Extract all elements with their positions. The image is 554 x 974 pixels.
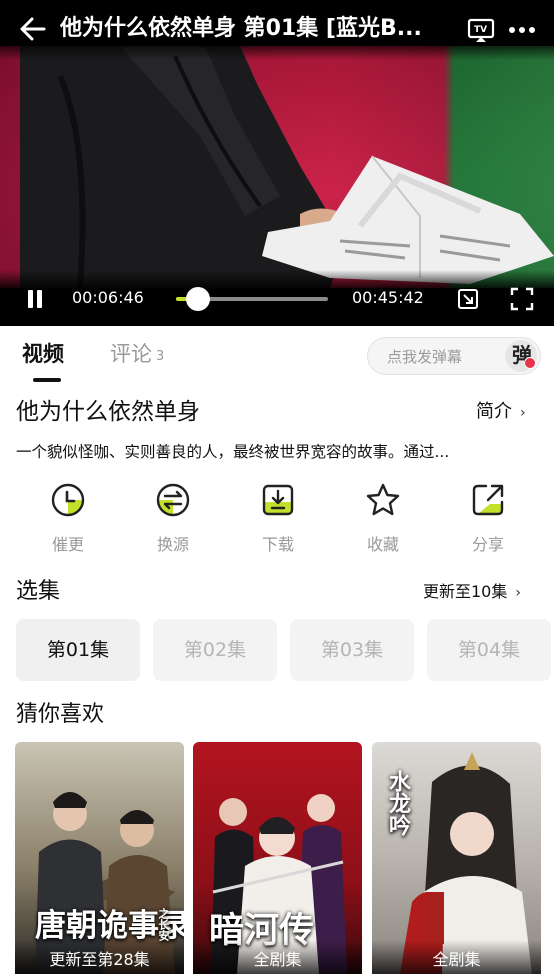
more-icon[interactable]	[506, 15, 538, 45]
switch-source-icon	[156, 483, 190, 517]
progress-thumb[interactable]	[186, 287, 211, 311]
recommend-card[interactable]: 暗河传 全剧集	[193, 742, 362, 974]
player-top-bar: 他为什么依然单身 第01集 [蓝光B... TV	[0, 0, 554, 60]
comment-count: 3	[156, 349, 165, 364]
episode-item[interactable]: 第01集	[16, 619, 140, 681]
action-row: 催更 换源 下载 收藏 分享	[0, 478, 554, 562]
tab-video[interactable]: 视频	[22, 340, 64, 368]
pause-icon[interactable]	[24, 288, 46, 310]
action-switch-source[interactable]: 换源	[133, 478, 213, 562]
show-title: 他为什么依然单身	[16, 399, 200, 425]
action-share[interactable]: 分享	[448, 478, 528, 562]
back-arrow-icon[interactable]	[16, 12, 50, 46]
action-label: 收藏	[366, 535, 399, 554]
danmu-placeholder: 点我发弹幕	[387, 348, 463, 366]
pip-icon[interactable]	[457, 288, 479, 310]
episode-badge: 全剧集	[372, 940, 541, 974]
current-time: 00:06:46	[72, 288, 144, 307]
action-label: 换源	[156, 535, 189, 554]
share-icon	[472, 484, 504, 516]
star-icon	[366, 483, 400, 516]
chevron-right-icon: ›	[515, 585, 521, 601]
duration-time: 00:45:42	[352, 288, 424, 307]
poster-subtitle-art: 之长安	[157, 908, 170, 941]
video-player[interactable]: 他为什么依然单身 第01集 [蓝光B... TV 00:06:46 00:45:…	[0, 0, 554, 326]
episode-badge-text: 更新至第28集	[49, 950, 150, 969]
poster-title-art: 水龙吟	[385, 770, 411, 836]
episode-badge: 全剧集	[193, 940, 362, 974]
video-frame[interactable]	[0, 46, 554, 288]
tv-cast-icon[interactable]: TV	[466, 15, 496, 45]
danmu-toggle-button[interactable]: 弹	[505, 340, 537, 372]
episode-item[interactable]: 第02集	[153, 619, 277, 681]
action-urge-update[interactable]: 催更	[28, 478, 108, 562]
action-label: 催更	[51, 535, 84, 554]
intro-label: 简介	[476, 401, 512, 422]
recommend-header: 猜你喜欢	[16, 702, 105, 727]
download-icon	[262, 484, 294, 516]
episode-item[interactable]: 第04集	[427, 619, 551, 681]
danmu-input[interactable]: 点我发弹幕 弹	[367, 337, 541, 375]
fullscreen-icon[interactable]	[510, 287, 534, 311]
episode-item[interactable]: 第03集	[290, 619, 414, 681]
episode-list: 第01集 第02集 第03集 第04集	[16, 619, 554, 681]
svg-text:TV: TV	[474, 25, 487, 35]
tab-video-indicator	[33, 378, 61, 382]
intro-link[interactable]: 简介 ›	[476, 399, 526, 426]
show-description[interactable]: 一个貌似怪咖、实则善良的人，最终被世界宽容的故事。通过...	[16, 440, 530, 464]
episodes-update-label: 更新至10集	[423, 582, 508, 601]
episode-badge-text: 全剧集	[432, 950, 481, 969]
episode-badge: 更新至第28集	[15, 940, 184, 974]
episodes-update-link[interactable]: 更新至10集 ›	[423, 580, 521, 605]
action-label: 分享	[471, 535, 504, 554]
episodes-header: 选集	[16, 579, 61, 604]
video-title: 他为什么依然单身 第01集 [蓝光B...	[60, 16, 422, 41]
action-favorite[interactable]: 收藏	[343, 478, 423, 562]
tab-comments-label: 评论	[110, 342, 152, 366]
tab-comments[interactable]: 评论 3	[110, 340, 164, 371]
danmu-status-dot	[524, 357, 536, 369]
action-download[interactable]: 下载	[238, 478, 318, 562]
player-controls: 00:06:46 00:45:42	[0, 270, 554, 326]
recommend-card[interactable]: 水龙吟 全剧集	[372, 742, 541, 974]
action-label: 下载	[261, 535, 294, 554]
episode-badge-text: 全剧集	[253, 950, 302, 969]
clock-icon	[51, 483, 85, 517]
progress-bar[interactable]	[176, 287, 328, 311]
video-scene	[20, 46, 554, 288]
recommend-card[interactable]: 唐朝诡事录 之长安 更新至第28集	[15, 742, 184, 974]
chevron-right-icon: ›	[520, 405, 526, 421]
